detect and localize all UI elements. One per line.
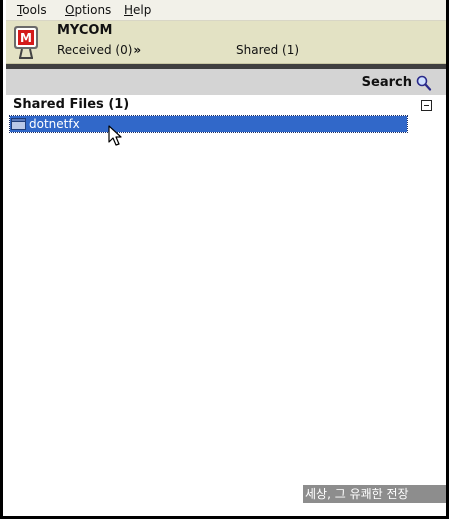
menu-help[interactable]: Help bbox=[124, 3, 151, 17]
received-tab[interactable]: Received (0)» bbox=[57, 43, 141, 57]
contact-header: M MYCOM Received (0)» Shared (1) bbox=[6, 21, 446, 64]
search-icon[interactable] bbox=[416, 75, 432, 91]
received-label: Received (0) bbox=[57, 43, 133, 57]
menu-tools[interactable]: Tools bbox=[17, 3, 47, 17]
menu-tools-rest: ools bbox=[22, 3, 47, 17]
mouse-cursor-icon bbox=[108, 125, 122, 146]
shared-files-heading: Shared Files (1) bbox=[13, 97, 130, 112]
collapse-icon[interactable] bbox=[421, 100, 432, 111]
app-logo-icon: M bbox=[14, 26, 38, 59]
window-frame: Tools Options Help M MYCOM Received (0)»… bbox=[0, 0, 449, 519]
search-bar: Search bbox=[6, 69, 446, 95]
search-button[interactable]: Search bbox=[362, 75, 412, 90]
menu-bar: Tools Options Help bbox=[6, 0, 446, 21]
status-caption: 세상, 그 유쾌한 전장 bbox=[303, 485, 446, 503]
folder-icon bbox=[11, 118, 26, 130]
contact-title: MYCOM bbox=[57, 23, 113, 38]
shared-tab[interactable]: Shared (1) bbox=[236, 43, 299, 57]
menu-options-rest: ptions bbox=[74, 3, 112, 17]
menu-help-accel: H bbox=[124, 3, 134, 17]
menu-help-rest: elp bbox=[133, 3, 152, 17]
list-item[interactable]: dotnetfx bbox=[9, 115, 408, 133]
menu-options[interactable]: Options bbox=[65, 3, 111, 17]
double-chevron-down-icon[interactable]: » bbox=[133, 43, 141, 57]
file-name: dotnetfx bbox=[29, 117, 80, 131]
svg-text:M: M bbox=[20, 31, 32, 45]
